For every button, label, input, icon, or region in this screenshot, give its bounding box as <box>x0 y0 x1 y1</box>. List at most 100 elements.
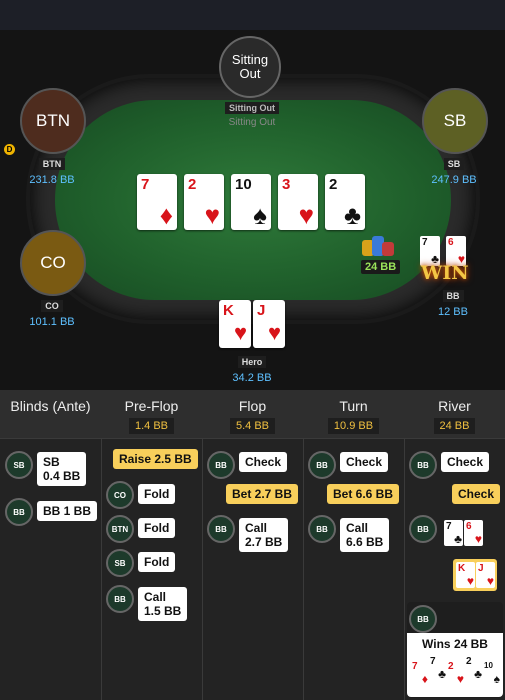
seat-label: Sitting Out <box>225 102 279 114</box>
card-suit-icon: ♣ <box>343 200 361 230</box>
column-title: Flop <box>238 398 267 414</box>
column-header: River 24 BB <box>404 390 505 439</box>
seat-sitting-out[interactable]: Sitting Out Sitting Out Sitting Out <box>219 36 285 128</box>
shown-card: K ♥ <box>456 562 475 588</box>
hero-hole-card: K ♥ <box>219 300 251 348</box>
position-chip: BB <box>308 515 336 543</box>
card-suit-icon: ♥ <box>474 532 482 546</box>
card-rank: 10 <box>235 176 252 193</box>
seat-hero[interactable]: Hero 34.2 BB <box>219 352 285 384</box>
action-bubble: Call 1.5 BB <box>138 587 188 621</box>
action-bubble: Raise 2.5 BB <box>113 449 198 469</box>
column-pot: 10.9 BB <box>327 418 380 434</box>
card-suit-icon: ♠ <box>253 200 267 230</box>
card-suit-icon: ♥ <box>267 320 281 345</box>
seat-stack: 231.8 BB <box>29 174 75 186</box>
seat-label: Hero <box>237 356 267 368</box>
column-pot: 24 BB <box>433 418 476 434</box>
seat-bb[interactable]: BB 12 BB <box>421 286 485 318</box>
seat-stack: 247.9 BB <box>431 174 477 186</box>
column-header: Pre-Flop 1.4 BB <box>101 390 202 439</box>
seat-btn[interactable]: BTN BTN 231.8 BB <box>20 88 86 186</box>
seat-status: Sitting Out <box>228 117 276 128</box>
column-title: Blinds (Ante) <box>10 398 91 414</box>
action-bubble: BB 1 BB <box>37 501 98 521</box>
column-title: Pre-Flop <box>124 398 179 414</box>
column-title: Turn <box>339 398 368 414</box>
action-bubble: Fold <box>138 518 176 538</box>
card-rank: J <box>257 302 266 319</box>
card-suit-icon: ♥ <box>456 672 464 686</box>
board-card: 3 ♥ <box>278 174 318 230</box>
action-bubble: Bet 2.7 BB <box>226 484 299 504</box>
card-rank: 7 <box>141 176 150 193</box>
shown-card: J ♥ <box>476 562 495 588</box>
winner-text: Wins 24 BB <box>422 637 488 651</box>
position-chip: BB <box>409 605 437 633</box>
card-rank: 2 <box>448 661 454 672</box>
position-chip: BB <box>308 451 336 479</box>
action-bubble: Fold <box>138 552 176 572</box>
action-bubble: SB 0.4 BB <box>37 452 87 486</box>
card-rank: 7 <box>430 656 436 667</box>
seat-avatar[interactable]: BTN <box>20 88 86 154</box>
column-pot: 5.4 BB <box>229 418 276 434</box>
column-title: River <box>438 398 471 414</box>
card-suit-icon: ♣ <box>474 667 482 681</box>
seat-stack: 12 BB <box>438 306 468 318</box>
action-bubble: Check <box>239 452 288 472</box>
dealer-button: D <box>4 144 15 155</box>
position-chip: SB <box>5 451 33 479</box>
position-chip: BB <box>207 515 235 543</box>
position-chip: CO <box>106 481 134 509</box>
seat-co[interactable]: CO CO 101.1 BB <box>20 230 86 328</box>
position-chip: SB <box>106 549 134 577</box>
card-suit-icon: ♠ <box>493 672 500 686</box>
shown-card: 7 ♣ <box>444 520 463 546</box>
action-bubble: Bet 6.6 BB <box>327 484 400 504</box>
best-hand-card: 7 ♦ <box>410 660 429 686</box>
card-suit-icon: ♣ <box>454 532 462 546</box>
board-card: 10 ♠ <box>231 174 271 230</box>
card-rank: 3 <box>282 176 291 193</box>
action-bubble: Check <box>340 452 389 472</box>
position-chip: BB <box>409 515 437 543</box>
board-card: 2 ♣ <box>325 174 365 230</box>
card-suit-icon: ♥ <box>233 320 247 345</box>
seat-avatar[interactable]: Sitting Out <box>219 36 281 98</box>
best-hand-card: 10 ♠ <box>482 660 501 686</box>
best-hand-card: 2 ♣ <box>464 655 483 681</box>
seat-avatar[interactable]: SB <box>422 88 488 154</box>
seat-stack: 101.1 BB <box>29 316 75 328</box>
seat-stack: 34.2 BB <box>232 372 272 384</box>
column-header: Turn 10.9 BB <box>303 390 404 439</box>
seat-label: SB <box>443 158 465 170</box>
card-rank: 10 <box>484 661 493 670</box>
seat-label: CO <box>41 300 63 312</box>
card-rank: K <box>458 563 466 574</box>
action-bubble: Check <box>441 452 490 472</box>
card-suit-icon: ♣ <box>438 667 446 681</box>
position-chip: BB <box>207 451 235 479</box>
chip-stack-icon <box>360 236 400 258</box>
hero-hole-card: J ♥ <box>253 300 285 348</box>
position-chip: BB <box>409 451 437 479</box>
column-header: Blinds (Ante) <box>0 390 101 439</box>
position-chip: BTN <box>106 515 134 543</box>
seat-sb[interactable]: SB SB 247.9 BB <box>422 88 488 186</box>
shown-card: 6 ♥ <box>464 520 483 546</box>
card-rank: 6 <box>448 237 454 248</box>
seat-label: BTN <box>38 158 66 170</box>
card-rank: 7 <box>422 237 428 248</box>
card-rank: 7 <box>412 661 418 672</box>
action-bubble: Call 2.7 BB <box>239 518 289 552</box>
pot-amount: 24 BB <box>361 260 401 274</box>
action-bubble: Call 6.6 BB <box>340 518 390 552</box>
seat-avatar[interactable]: CO <box>20 230 86 296</box>
best-hand-card: 2 ♥ <box>446 660 465 686</box>
card-rank: K <box>223 302 234 319</box>
card-suit-icon: ♥ <box>204 200 220 230</box>
board-card: 7 ♦ <box>137 174 177 230</box>
column-blinds: Blinds (Ante) <box>0 390 102 700</box>
best-hand-card: 7 ♣ <box>428 655 447 681</box>
